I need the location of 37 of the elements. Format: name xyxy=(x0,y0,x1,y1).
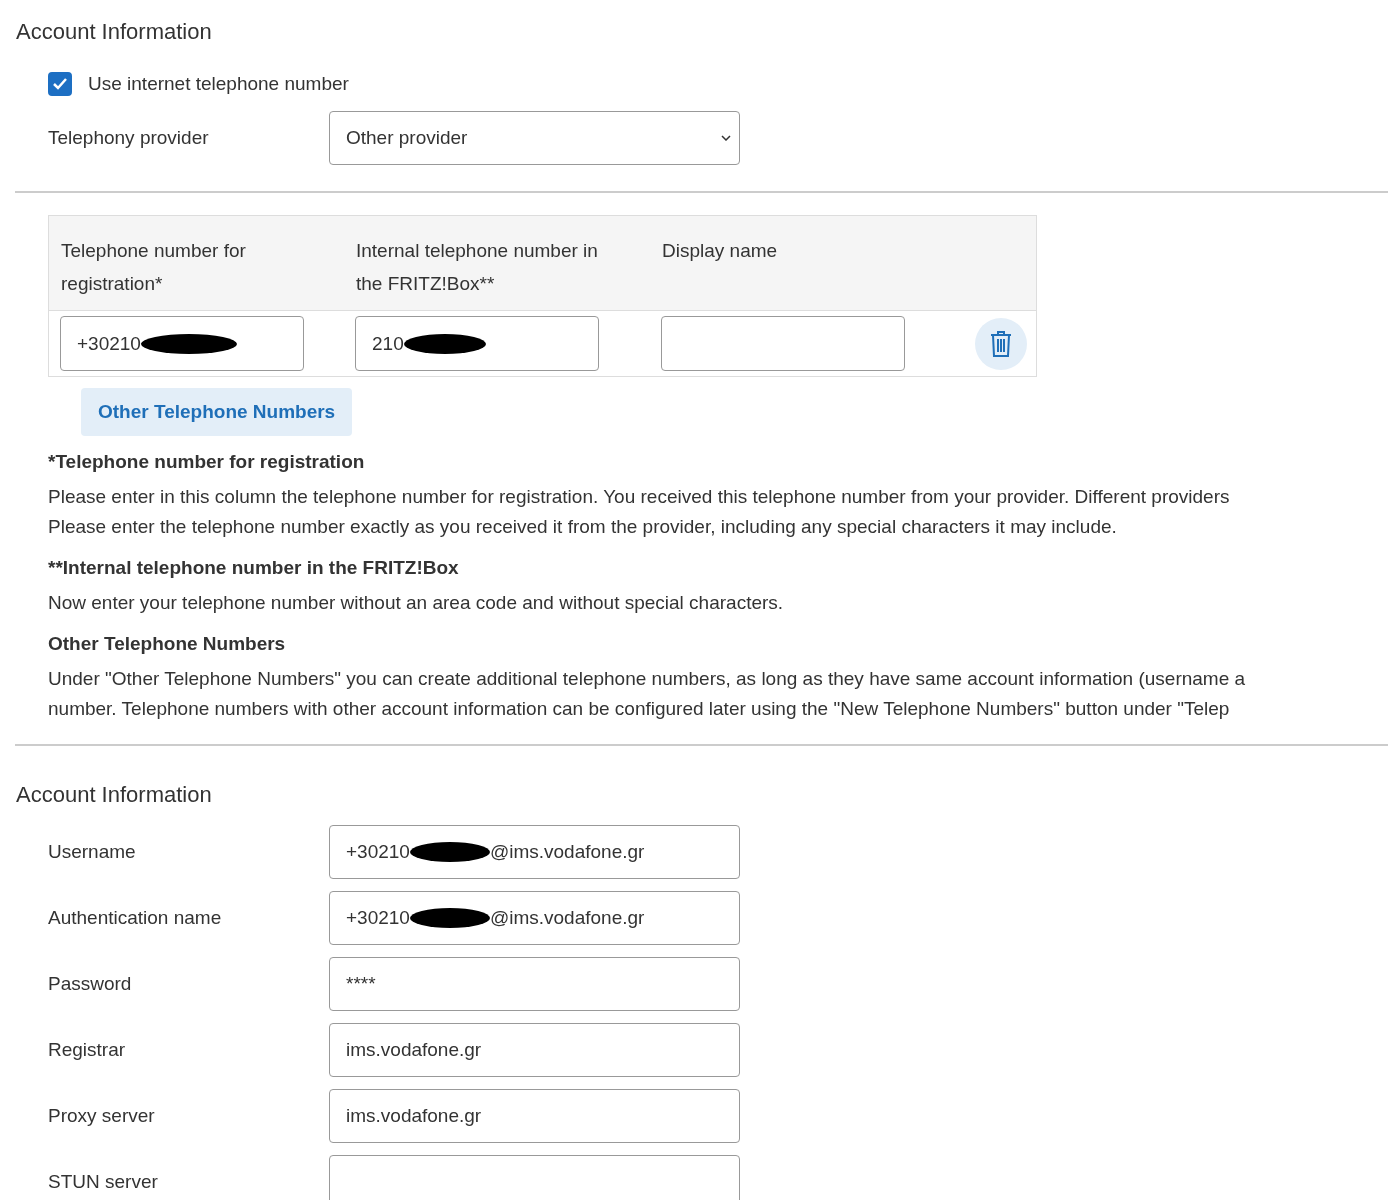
other-numbers-button[interactable]: Other Telephone Numbers xyxy=(81,388,353,436)
delete-button[interactable] xyxy=(975,317,1027,370)
note-heading: *Telephone number for registration xyxy=(48,450,366,474)
note-text: Please enter in this column the telephone number for registration. You received this telephone number from your provider. Different providers xyxy=(48,485,1231,509)
note-heading: **Internal telephone number in the FRITZ!Box xyxy=(48,556,460,580)
text-input[interactable]: +30210 @ims.vodafone.gr xyxy=(329,890,740,945)
field-label: Authentication name xyxy=(48,906,223,929)
field-label: Password xyxy=(48,972,133,995)
field-label: Telephony provider xyxy=(48,126,210,149)
text-input[interactable] xyxy=(329,1154,740,1200)
text-input[interactable]: +30210 @ims.vodafone.gr xyxy=(329,824,740,879)
field-label: STUN server xyxy=(48,1170,159,1193)
text-input[interactable]: ims.vodafone.gr xyxy=(329,1088,740,1143)
column-header: Telephone number for registration* xyxy=(61,239,247,296)
note-text: Under "Other Telephone Numbers" you can create additional telephone numbers, as long as they have same account information (username a xyxy=(48,667,1247,691)
check-icon xyxy=(52,77,68,91)
field-label: Proxy server xyxy=(48,1104,156,1127)
checkbox[interactable] xyxy=(48,72,72,96)
section-title: Account Information xyxy=(15,18,213,46)
section-title: Account Information xyxy=(15,781,213,809)
note-text: Please enter the telephone number exactly as you received it from the provider, including any special characters it may include. xyxy=(48,515,1118,539)
note-text: number. Telephone numbers with other account information can be configured later using the "New Telephone Numbers" button under "Telep xyxy=(48,697,1231,721)
chevron-down-icon xyxy=(721,134,731,141)
field-label: Username xyxy=(48,840,137,863)
column-header: Internal telephone number in the FRITZ!Box** xyxy=(356,239,599,296)
text-input[interactable]: **** xyxy=(329,956,740,1011)
note-heading: Other Telephone Numbers xyxy=(48,632,287,656)
checkbox-label: Use internet telephone number xyxy=(88,73,349,95)
note-text: Now enter your telephone number without an area code and without special characters. xyxy=(48,591,785,615)
number-input[interactable]: 210 xyxy=(355,316,599,371)
column-header: Display name xyxy=(662,239,779,263)
trash-icon xyxy=(990,329,1012,358)
field-label: Registrar xyxy=(48,1038,127,1061)
number-input[interactable] xyxy=(661,316,905,371)
provider-select[interactable]: Other provider xyxy=(329,110,740,165)
text-input[interactable]: ims.vodafone.gr xyxy=(329,1022,740,1077)
number-input[interactable]: +30210 xyxy=(60,316,304,371)
